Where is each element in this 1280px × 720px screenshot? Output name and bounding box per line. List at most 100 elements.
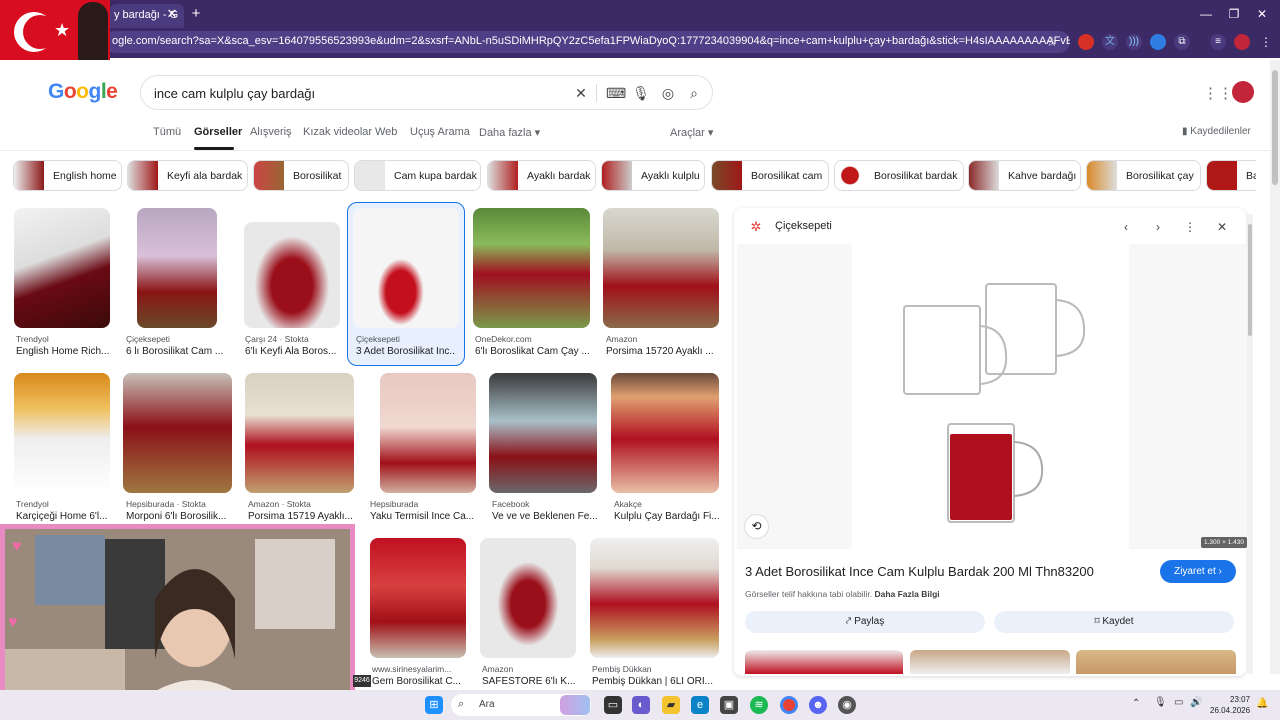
more-info-link[interactable]: Daha Fazla Bilgi: [874, 589, 939, 599]
result-image[interactable]: [370, 538, 466, 658]
microphone-icon[interactable]: 🎙: [632, 84, 650, 102]
result-image[interactable]: [14, 208, 110, 328]
related-image[interactable]: [1076, 650, 1236, 674]
store-icon[interactable]: ▣: [720, 696, 738, 714]
result-title[interactable]: 3 Adet Borosilikat Inc...: [356, 346, 456, 357]
notification-icon[interactable]: 🔔: [1256, 698, 1268, 709]
tab-close-icon[interactable]: ✕: [164, 6, 180, 22]
keyboard-icon[interactable]: ⌨: [606, 84, 626, 102]
tab-images[interactable]: Görseller: [194, 126, 242, 138]
taskbar-clock[interactable]: 23:07 26.04.2026: [1210, 694, 1250, 716]
panel-scrollbar-thumb[interactable]: [1248, 224, 1252, 336]
profile-icon[interactable]: [1234, 34, 1250, 50]
minimize-button[interactable]: —: [1196, 5, 1216, 23]
vpn-extension-icon[interactable]: [1150, 34, 1166, 50]
result-image[interactable]: [489, 373, 597, 493]
reading-list-icon[interactable]: ≡: [1210, 34, 1226, 50]
tab-web[interactable]: Web: [375, 126, 397, 138]
result-title[interactable]: Morponi 6'lı Borosilik...: [126, 511, 231, 522]
discord-icon[interactable]: ☻: [809, 696, 827, 714]
result-title[interactable]: English Home Rich...: [16, 346, 111, 357]
tab-all[interactable]: Tümü: [153, 126, 181, 138]
chip[interactable]: Cam kupa bardak: [354, 160, 481, 191]
chip[interactable]: Borosilikat cam: [711, 160, 829, 191]
restore-button[interactable]: ❐: [1224, 5, 1244, 23]
extension-icon[interactable]: [1078, 34, 1094, 50]
preview-image[interactable]: [852, 244, 1129, 549]
result-title[interactable]: Kulplu Çay Bardağı Fi...: [614, 511, 719, 522]
chevron-left-icon[interactable]: ‹: [1117, 218, 1135, 236]
panel-title[interactable]: 3 Adet Borosilikat Ince Cam Kulplu Barda…: [745, 564, 1094, 579]
result-title[interactable]: Yaku Termisil Ince Ca...: [370, 511, 475, 522]
tab-short-videos[interactable]: Kızak videolar: [303, 126, 372, 138]
task-view-icon[interactable]: ▭: [604, 696, 622, 714]
tab-flights[interactable]: Uçuş Arama: [410, 126, 470, 138]
chip[interactable]: Keyfi ala bardak: [127, 160, 248, 191]
result-image[interactable]: [603, 208, 719, 328]
result-title[interactable]: Gem Borosilikat C...: [372, 676, 467, 687]
result-image[interactable]: [380, 373, 476, 493]
result-title[interactable]: Porsima 15719 Ayaklı...: [248, 511, 353, 522]
chip[interactable]: Borosilikat: [253, 160, 349, 191]
save-button[interactable]: ⌑ Kaydet: [994, 611, 1234, 633]
page-scrollbar-thumb[interactable]: [1272, 70, 1278, 185]
menu-dots-icon[interactable]: ⋮: [1258, 34, 1274, 50]
avatar[interactable]: [1232, 81, 1254, 103]
chip[interactable]: Kahve bardağı: [968, 160, 1081, 191]
result-image[interactable]: [14, 373, 110, 493]
chip[interactable]: English home: [13, 160, 122, 191]
related-image[interactable]: [745, 650, 903, 674]
translate-extension-icon[interactable]: 文: [1102, 34, 1118, 50]
result-image[interactable]: [480, 538, 576, 658]
edge-icon[interactable]: e: [691, 696, 709, 714]
close-icon[interactable]: ✕: [1213, 218, 1231, 236]
chip[interactable]: Borosilikat çay: [1086, 160, 1201, 191]
network-icon[interactable]: ▭: [1174, 697, 1183, 708]
volume-icon[interactable]: 🔊: [1190, 697, 1202, 708]
result-title[interactable]: Ve ve ve Beklenen Fe...: [492, 511, 597, 522]
result-image[interactable]: [245, 373, 354, 493]
spotify-icon[interactable]: ≋: [750, 696, 768, 714]
tray-chevron-icon[interactable]: ⌃: [1132, 698, 1140, 709]
windows-start-icon[interactable]: ⊞: [425, 696, 443, 714]
result-title[interactable]: 6'lı Keyfi Ala Boros...: [245, 346, 340, 357]
more-options-icon[interactable]: ⋮: [1181, 218, 1199, 236]
chrome-icon[interactable]: [780, 696, 798, 714]
clear-icon[interactable]: ✕: [572, 84, 590, 102]
result-image[interactable]: [244, 222, 340, 328]
result-image[interactable]: [123, 373, 232, 493]
panel-site-name[interactable]: Çiçeksepeti: [775, 220, 832, 232]
result-image[interactable]: [611, 373, 719, 493]
visit-button[interactable]: Ziyaret et ›: [1160, 560, 1236, 583]
saved-link[interactable]: ▮ Kaydedilenler: [1182, 126, 1251, 137]
lens-icon[interactable]: ◎: [659, 84, 677, 102]
share-button[interactable]: ⤤ Paylaş: [745, 611, 985, 633]
result-title[interactable]: Porsima 15720 Ayaklı ...: [606, 346, 718, 357]
extensions-puzzle-icon[interactable]: ⧉: [1174, 34, 1190, 50]
obs-icon[interactable]: ◉: [838, 696, 856, 714]
search-icon[interactable]: ⌕: [685, 84, 703, 102]
chip[interactable]: Ayaklı kulplu: [601, 160, 705, 191]
tab-shopping[interactable]: Alışveriş: [250, 126, 292, 138]
tab-more[interactable]: Daha fazla ▾: [479, 126, 540, 139]
search-highlight-icon[interactable]: [560, 695, 590, 715]
bookmark-star-icon[interactable]: ☆: [1044, 34, 1060, 50]
tools-button[interactable]: Araçlar ▾: [670, 126, 713, 139]
result-image[interactable]: [353, 208, 459, 328]
lens-search-icon[interactable]: ⟲: [744, 514, 769, 539]
address-bar[interactable]: ogle.com/search?sa=X&sca_esv=16407955652…: [104, 31, 1070, 53]
microphone-tray-icon[interactable]: 🎙: [1154, 697, 1167, 708]
chip[interactable]: Ayaklı bardak: [487, 160, 596, 191]
google-logo[interactable]: Google: [48, 80, 118, 104]
search-input[interactable]: ince cam kulplu çay bardağı: [154, 86, 315, 101]
result-title[interactable]: 6 lı Borosilikat Cam ...: [126, 346, 226, 357]
chevron-right-icon[interactable]: ›: [1149, 218, 1167, 236]
file-explorer-icon[interactable]: ▰: [662, 696, 680, 714]
result-title[interactable]: SAFESTORE 6'lı K...: [482, 676, 577, 687]
result-image[interactable]: [590, 538, 719, 658]
chip[interactable]: Borosilikat bardak: [834, 160, 964, 191]
chip[interactable]: Ba: [1206, 160, 1256, 191]
result-title[interactable]: 6'lı Boroslikat Cam Çay ...: [475, 346, 590, 357]
apps-grid-icon[interactable]: ⋮⋮: [1203, 84, 1233, 102]
copilot-icon[interactable]: ◐: [632, 696, 650, 714]
